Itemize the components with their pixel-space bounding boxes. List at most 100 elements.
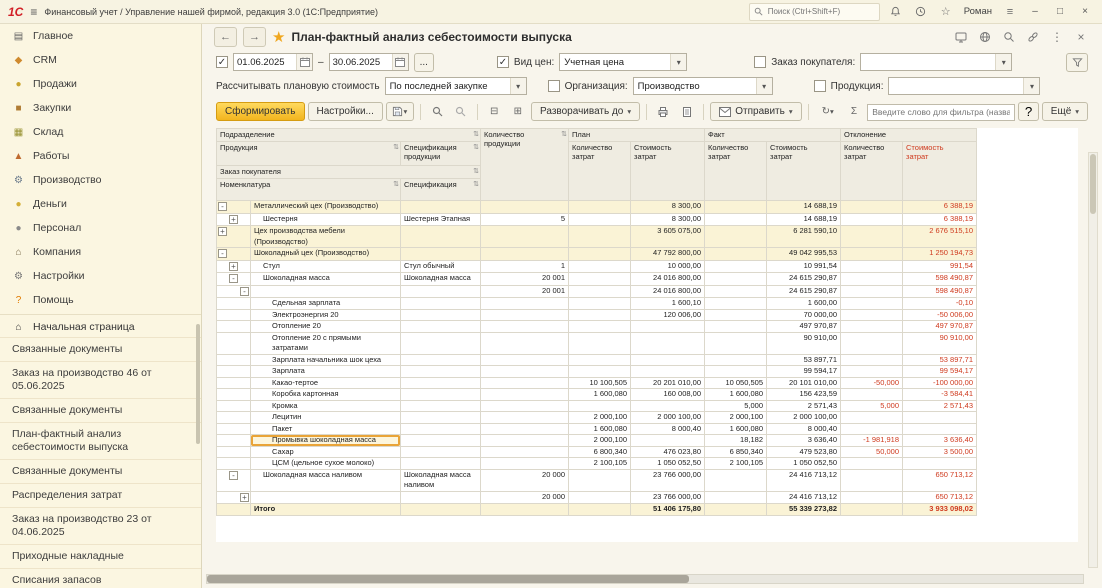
table-row[interactable]: - Шоколадная масса наливом Шоколадная масс… xyxy=(216,468,977,492)
horizontal-scrollbar[interactable] xyxy=(206,574,1084,584)
table-row[interactable]: + Цех производства мебели (Производство) 3… xyxy=(216,225,977,248)
sort-icon[interactable]: ⇅ xyxy=(393,143,399,152)
globe-icon[interactable] xyxy=(976,28,994,46)
sort-icon[interactable]: ⇅ xyxy=(393,180,399,189)
price-type-checkbox[interactable]: ✓ xyxy=(496,56,509,68)
col-department[interactable]: Подразделение ⇅ xyxy=(216,128,481,142)
history-item[interactable]: Заказ на производство 23 от 04.06.2025 xyxy=(0,507,201,544)
table-row[interactable]: Какао-тертое 10 100,505 20 201 010,00 10 05… xyxy=(216,376,977,389)
expand-icon[interactable]: + xyxy=(240,492,249,502)
expand-icon[interactable]: + xyxy=(218,227,227,236)
vertical-scrollbar-thumb[interactable] xyxy=(1090,154,1096,214)
sidebar-item-crm[interactable]: ◆ CRM xyxy=(0,48,201,72)
product-checkbox[interactable] xyxy=(813,80,826,92)
history-item[interactable]: Списания запасов xyxy=(0,568,201,588)
history-item[interactable]: Связанные документы xyxy=(0,398,201,422)
table-row[interactable]: Зарплата начальника шок цеха 53 897,71 53 … xyxy=(216,353,977,366)
organization-checkbox[interactable] xyxy=(547,80,560,92)
col-nomenclature[interactable]: Номенклатура ⇅ xyxy=(216,178,401,201)
autosum-icon[interactable]: Σ xyxy=(844,102,865,121)
col-fact-qty-cost[interactable]: Количество затрат xyxy=(704,141,767,201)
table-row[interactable]: + Шестерня Шестерня Этапная 5 8 300,00 14 688… xyxy=(216,212,977,226)
table-row[interactable]: Сдельная зарплата 1 600,10 1 600,00 -0,10 xyxy=(216,297,977,310)
table-row[interactable]: Сахар 6 800,340 476 023,80 6 850,340 479 523… xyxy=(216,445,977,458)
history-item[interactable]: Распределения затрат xyxy=(0,483,201,507)
service-menu-icon[interactable]: ≡ xyxy=(1001,3,1019,21)
sort-icon[interactable]: ⇅ xyxy=(473,130,479,139)
save-variant-button[interactable]: ▾ xyxy=(385,102,414,121)
sidebar-item-компания[interactable]: ⌂ Компания xyxy=(0,240,201,264)
plan-cost-combo[interactable]: По последней закупке ▾ xyxy=(384,77,527,95)
table-row[interactable]: +20 000 23 766 000,00 24 416 713,12 650 713… xyxy=(216,490,977,504)
close-report-button[interactable]: × xyxy=(1072,28,1090,46)
settings-button[interactable]: Настройки... xyxy=(307,102,383,121)
sidebar-item-продажи[interactable]: ● Продажи xyxy=(0,72,201,96)
period-to-field[interactable] xyxy=(328,53,409,71)
refresh-icon[interactable]: ↻ ▾ xyxy=(815,102,841,121)
table-row[interactable]: -20 001 24 016 800,00 24 615 290,87 598 490… xyxy=(216,284,977,298)
table-row[interactable]: ЦСМ (цельное сухое молоко) 2 100,105 1 050… xyxy=(216,457,977,470)
sort-icon[interactable]: ⇅ xyxy=(473,167,479,176)
help-button[interactable]: ? xyxy=(1018,102,1039,121)
col-product-spec[interactable]: Спецификация продукции ⇅ xyxy=(400,141,481,166)
history-item[interactable]: План-фактный анализ себестоимости выпуск… xyxy=(0,422,201,459)
table-total-row[interactable]: Итого 51 406 175,80 55 339 273,82 3 933 098… xyxy=(216,503,977,516)
send-button[interactable]: Отправить ▾ xyxy=(710,102,802,121)
col-customer-order[interactable]: Заказ покупателя ⇅ xyxy=(216,165,481,179)
sidebar-item-персонал[interactable]: ● Персонал xyxy=(0,216,201,240)
calendar-icon[interactable] xyxy=(391,54,408,70)
period-checkbox[interactable]: ✓ xyxy=(216,56,228,68)
sort-icon[interactable]: ⇅ xyxy=(561,130,567,139)
period-options-button[interactable]: ... xyxy=(413,52,434,72)
sidebar-item-настройки[interactable]: ⚙ Настройки xyxy=(0,264,201,288)
sidebar-item-помощь[interactable]: ? Помощь xyxy=(0,288,201,312)
collapse-icon[interactable]: - xyxy=(229,470,238,480)
table-row[interactable]: - Шоколадная масса Шоколадная масса 20 001 2… xyxy=(216,272,977,286)
table-row[interactable]: - Шоколадный цех (Производство) 47 792 800… xyxy=(216,247,977,261)
chevron-down-icon[interactable]: ▾ xyxy=(670,54,687,70)
history-item[interactable]: Приходные накладные xyxy=(0,544,201,568)
history-item[interactable]: Связанные документы xyxy=(0,459,201,483)
favorite-star-icon[interactable]: ★ xyxy=(272,28,285,46)
preview-icon[interactable] xyxy=(677,102,698,121)
more-menu-icon[interactable]: ⋮ xyxy=(1048,28,1066,46)
table-row[interactable]: Лецитин 2 000,100 2 000 100,00 2 000,100 2 0… xyxy=(216,411,977,424)
table-row[interactable]: Кромка 5,000 2 571,43 5,000 2 571,43 xyxy=(216,399,977,412)
sidebar-item-деньги[interactable]: ● Деньги xyxy=(0,192,201,216)
collapse-icon[interactable]: - xyxy=(240,286,249,296)
col-product[interactable]: Продукция ⇅ xyxy=(216,141,401,166)
get-link-icon[interactable] xyxy=(1024,28,1042,46)
chevron-down-icon[interactable]: ▾ xyxy=(755,78,772,94)
sidebar-item-закупки[interactable]: ■ Закупки xyxy=(0,96,201,120)
table-row[interactable]: - Металлический цех (Производство) 8 300,0… xyxy=(216,200,977,214)
sort-icon[interactable]: ⇅ xyxy=(473,143,479,152)
period-to-input[interactable] xyxy=(329,56,392,68)
col-plan-cost[interactable]: Стоимость затрат xyxy=(630,141,705,201)
expand-to-button[interactable]: Разворачивать до ▾ xyxy=(531,102,641,121)
chevron-down-icon[interactable]: ▾ xyxy=(1023,78,1040,94)
product-combo[interactable]: ▾ xyxy=(888,77,1041,95)
vertical-scrollbar[interactable] xyxy=(1088,152,1098,568)
minimize-button[interactable]: – xyxy=(1026,3,1044,21)
collapse-groups-icon[interactable]: ⊟ xyxy=(484,102,505,121)
maximize-button[interactable]: □ xyxy=(1051,3,1069,21)
collapse-icon[interactable]: - xyxy=(229,274,238,283)
customer-order-checkbox[interactable] xyxy=(754,56,767,68)
sidebar-scrollbar[interactable] xyxy=(196,324,200,444)
sidebar-item-главное[interactable]: ▤ Главное xyxy=(0,24,201,48)
find-icon[interactable] xyxy=(427,102,448,121)
notifications-icon[interactable] xyxy=(887,3,905,21)
history-item[interactable]: Заказ на производство 46 от 05.06.2025 xyxy=(0,361,201,398)
organization-combo[interactable]: Производство ▾ xyxy=(632,77,773,95)
table-row[interactable]: Коробка картонная 1 600,080 160 008,00 1 60… xyxy=(216,388,977,401)
expand-groups-icon[interactable]: ⊞ xyxy=(507,102,528,121)
horizontal-scrollbar-thumb[interactable] xyxy=(207,575,689,583)
open-in-window-icon[interactable] xyxy=(952,28,970,46)
sidebar-item-производство[interactable]: ⚙ Производство xyxy=(0,168,201,192)
more-button[interactable]: Ещё ▾ xyxy=(1041,102,1089,121)
table-row[interactable]: + Стул Стул обычный 1 10 000,00 10 991,54 991,… xyxy=(216,259,977,273)
col-dev-cost[interactable]: Стоимость затрат xyxy=(902,141,977,201)
global-search[interactable] xyxy=(748,2,880,21)
col-dev-qty-cost[interactable]: Количество затрат xyxy=(840,141,903,201)
find-next-icon[interactable] xyxy=(450,102,471,121)
